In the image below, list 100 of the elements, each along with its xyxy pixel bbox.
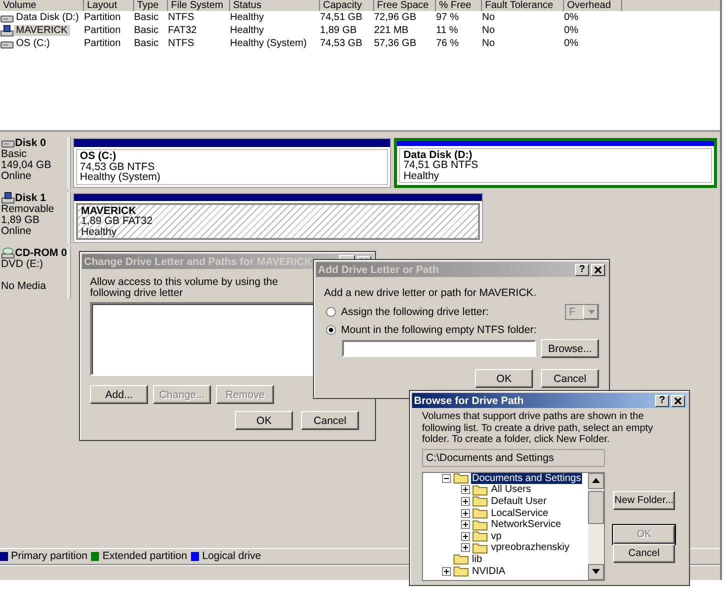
table-cell-text: No — [482, 38, 496, 49]
description-text: Volumes that support drive paths are shown in the following list. To create a drive path, select an empty folder. To create a folder, click New Folder. — [422, 411, 654, 446]
column-header[interactable]: Volume — [0, 0, 84, 11]
folder-tree[interactable]: Documents and Settings All Users Default User LocalService NetworkService vp vpreobrazhenskiy lib NVIDIA — [422, 472, 605, 580]
disk-name: CD-ROM 0 — [15, 248, 67, 258]
dialog-button[interactable]: Cancel — [301, 411, 359, 430]
option-label[interactable]: Mount in the following empty NTFS folder: — [341, 324, 599, 336]
partition-size: 74,53 GB NTFS — [80, 162, 155, 172]
dialog-button[interactable]: OK — [475, 369, 533, 388]
partition-block[interactable]: OS (C:) 74,53 GB NTFS Healthy (System) — [72, 138, 392, 188]
disk-detail: 1,89 GB — [1, 215, 41, 226]
table-cell-text: 1,89 GB — [320, 25, 358, 36]
disk-detail: Removable — [1, 204, 56, 215]
partition-status: Healthy — [403, 170, 440, 181]
radio-button[interactable] — [326, 325, 336, 335]
expander-icon[interactable] — [461, 543, 470, 552]
table-cell-text: Healthy — [230, 25, 265, 36]
partition-size: 74,51 GB NTFS — [403, 160, 480, 170]
expander-icon[interactable] — [461, 520, 470, 530]
table-cell-text: NTFS — [168, 12, 196, 23]
column-header[interactable]: Layout — [84, 0, 134, 11]
path-field[interactable]: C:\Documents and Settings — [422, 448, 605, 466]
expander-icon[interactable] — [461, 508, 470, 518]
help-button[interactable]: ? — [655, 394, 669, 406]
folder-item[interactable]: vp — [490, 530, 503, 542]
folder-icon — [453, 472, 469, 484]
expander-icon[interactable] — [442, 566, 451, 576]
radio-button[interactable] — [326, 307, 336, 317]
new-folder-button[interactable]: New Folder... — [613, 490, 675, 510]
partition-status: Healthy — [81, 226, 118, 237]
column-header[interactable]: Capacity — [320, 0, 374, 11]
disk-detail: 149,04 GB — [1, 160, 52, 171]
window-title: Add Drive Letter or Path — [318, 264, 440, 276]
folder-path-field[interactable] — [342, 340, 536, 357]
folder-item[interactable]: Default User — [490, 496, 548, 507]
partition-block[interactable]: MAVERICK 1,89 GB FAT32 Healthy — [73, 193, 483, 243]
disk-detail: Basic — [1, 149, 28, 160]
close-icon — [593, 264, 603, 274]
folder-icon — [453, 565, 469, 578]
volume-name[interactable]: Data Disk (D:) — [14, 12, 81, 23]
folder-item[interactable]: NetworkService — [490, 519, 562, 530]
dialog-button[interactable]: Cancel — [541, 369, 599, 388]
table-cell-text: Basic — [134, 38, 160, 49]
table-cell-text: 97 % — [436, 12, 460, 23]
column-header[interactable]: Free Space — [374, 0, 436, 11]
folder-item[interactable]: All Users — [490, 484, 532, 496]
column-header[interactable]: Status — [230, 0, 320, 11]
help-button[interactable]: ? — [575, 264, 589, 276]
column-header[interactable]: Fault Tolerance — [482, 0, 564, 11]
dropdown-arrow-icon — [588, 310, 594, 314]
dialog-button[interactable]: Cancel — [613, 544, 675, 562]
column-header[interactable]: File System — [168, 0, 230, 11]
table-cell-text: 0% — [564, 12, 580, 23]
table-cell-text: No — [482, 25, 496, 36]
table-cell-text: 57,36 GB — [374, 38, 418, 49]
folder-icon — [472, 542, 488, 554]
partition-block[interactable]: Data Disk (D:) 74,51 GB NTFS Healthy — [394, 138, 717, 188]
option-label[interactable]: Assign the following drive letter: — [341, 306, 560, 318]
folder-icon — [472, 530, 488, 542]
instruction-text: Add a new drive letter or path for MAVERICK. — [324, 287, 538, 299]
expander-icon[interactable] — [461, 496, 470, 506]
expander-icon[interactable] — [461, 485, 470, 494]
table-cell-text: Partition — [84, 12, 122, 23]
action-button[interactable]: Add... — [90, 385, 148, 404]
close-button[interactable] — [671, 394, 685, 406]
table-cell-text: 74,53 GB — [320, 38, 364, 49]
folder-icon — [472, 507, 488, 520]
table-cell-text: 74,51 GB — [320, 12, 364, 23]
table-cell-text: 72,96 GB — [374, 12, 418, 23]
table-cell-text: 11 % — [436, 25, 460, 36]
dialog-button[interactable]: OK — [235, 411, 293, 430]
folder-item[interactable]: Documents and Settings — [471, 472, 582, 484]
column-header[interactable]: Type — [134, 0, 168, 11]
close-icon — [673, 396, 683, 406]
removable-drive-icon — [0, 24, 14, 36]
browse-button[interactable]: Browse... — [541, 339, 599, 358]
expander-icon[interactable] — [442, 474, 451, 483]
folder-item[interactable]: NVIDIA — [471, 566, 506, 577]
folder-icon — [453, 553, 469, 566]
folder-item[interactable]: lib — [471, 554, 484, 565]
column-header[interactable]: % Free — [436, 0, 482, 11]
volume-name[interactable]: MAVERICK — [14, 25, 70, 36]
volume-name[interactable]: OS (C:) — [14, 38, 52, 49]
table-cell-text: 76 % — [436, 38, 460, 49]
folder-item[interactable]: LocalService — [490, 508, 550, 519]
expander-icon[interactable] — [461, 532, 470, 541]
table-cell-text: 221 MB — [374, 25, 410, 36]
table-cell-text: Partition — [84, 38, 122, 49]
table-cell-text: Healthy (System) — [230, 38, 308, 49]
folder-item[interactable]: vpreobrazhenskiy — [490, 542, 570, 554]
table-cell-text: Healthy — [230, 12, 265, 23]
column-header[interactable]: Overhead — [564, 0, 622, 11]
legend-label: Extended partition — [102, 550, 188, 562]
close-button[interactable] — [591, 264, 605, 276]
table-cell-text: Basic — [134, 12, 160, 23]
disk-detail: No Media — [1, 281, 47, 292]
table-cell-text: NTFS — [168, 38, 196, 49]
instruction-text: Allow access to this volume by using the following drive letter — [90, 277, 279, 299]
disk-detail: Online — [1, 226, 32, 237]
legend-label: Logical drive — [202, 550, 262, 562]
